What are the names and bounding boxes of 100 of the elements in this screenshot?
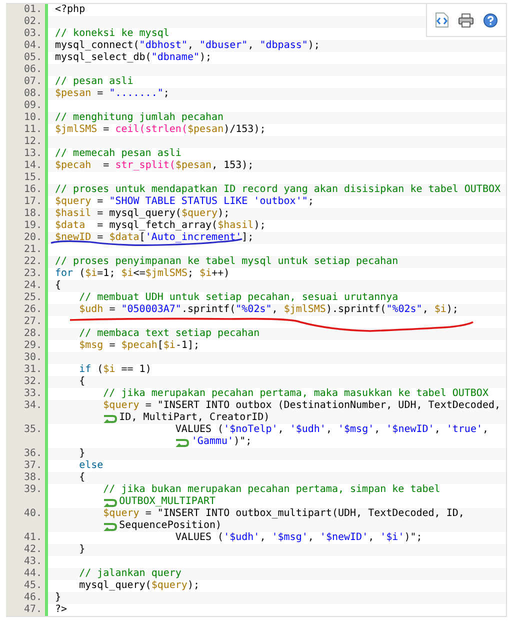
line-number: 33. — [24, 388, 42, 399]
variable-name: $pesan — [55, 88, 92, 99]
variable-name: $pecah — [55, 160, 92, 171]
line-wrap-icon — [103, 414, 118, 422]
line-number: 30. — [24, 352, 42, 363]
code-comment: // membuat UDH untuk setiap pecahan, sesuai urutannya — [78, 292, 398, 303]
line-number: 10. — [24, 112, 42, 123]
variable-name: $msg — [78, 340, 104, 351]
line-number: 13. — [24, 148, 42, 159]
line-number: 38. — [24, 472, 42, 483]
print-icon[interactable] — [458, 12, 474, 28]
variable-name: $hasil — [55, 208, 92, 219]
string-literal: '$msg' — [272, 532, 308, 543]
variable-name: $i — [103, 364, 116, 375]
line-number: 07. — [24, 76, 42, 87]
line-number: 40. — [24, 508, 42, 519]
code-comment: OUTBOX_MULTIPART — [119, 496, 216, 508]
code-comment: // jika bukan merupakan pecahan pertama, simpan ke tabel — [102, 484, 440, 495]
string-literal: 'Auto_increment' — [145, 232, 242, 243]
line-wrap-icon — [103, 522, 118, 530]
line-number: 24. — [24, 280, 42, 291]
variable-name: $pesan — [175, 160, 212, 171]
help-icon[interactable] — [482, 12, 498, 28]
string-literal: '$i' — [380, 532, 404, 543]
line-number: 09. — [24, 100, 42, 111]
string-literal: "dbname" — [151, 52, 200, 63]
line-number: 37. — [24, 460, 42, 471]
line-number: 06. — [24, 64, 42, 75]
variable-name: $jmlSMS — [145, 268, 188, 279]
code-text: ( — [78, 268, 86, 279]
line-wrap-icon — [103, 498, 118, 506]
string-literal: "%02s" — [386, 304, 422, 315]
code-text: = "INSERT INTO outbox (DestinationNumber, UDH, TextDecoded, — [144, 400, 501, 411]
line-number: 45. — [24, 580, 42, 591]
line-number: 12. — [24, 136, 42, 147]
variable-name: $pesan — [187, 124, 224, 135]
variable-name: $udh — [78, 304, 104, 315]
variable-name: $jmlSMS — [55, 124, 98, 135]
code-text: ); — [254, 220, 266, 231]
line-number: 34. — [24, 400, 42, 411]
code-text: )"; — [404, 532, 422, 543]
line-number: 42. — [24, 544, 42, 555]
line-number: 18. — [24, 208, 42, 219]
code-text: = — [96, 232, 104, 243]
line-number: 27. — [24, 316, 42, 327]
line-number: 03. — [24, 28, 42, 39]
variable-name: $pecah — [121, 340, 158, 351]
code-text: { — [55, 280, 62, 291]
line-number: 19. — [24, 220, 42, 231]
variable-name: $jmlSMS — [284, 304, 326, 315]
code-text: = — [102, 160, 110, 171]
code-text: } — [78, 544, 86, 555]
code-text: = — [96, 196, 104, 207]
code-text: ).sprintf( — [326, 304, 386, 315]
code-text: ); — [446, 304, 458, 315]
code-text: , — [260, 532, 267, 543]
line-number: 04. — [24, 40, 42, 51]
keyword: else — [78, 460, 104, 471]
code-text: <?php — [55, 4, 86, 15]
code-text: == 1) — [120, 364, 152, 375]
code-text: , — [187, 40, 194, 51]
string-literal: "SHOW TABLE STATUS LIKE 'outbox'" — [109, 196, 308, 207]
string-literal: '$udh' — [290, 424, 326, 435]
line-number: 22. — [24, 256, 42, 267]
code-text: ]; — [242, 232, 254, 243]
keyword: if — [78, 364, 92, 375]
code-text: { — [78, 472, 86, 483]
code-text: ); — [218, 208, 230, 219]
view-source-icon[interactable] — [435, 12, 450, 28]
code-text: )"; — [234, 436, 252, 448]
line-number: 35. — [24, 424, 42, 435]
line-number: 14. — [24, 160, 42, 171]
code-text: = — [102, 124, 110, 135]
code-comment: // memecah pesan asli — [55, 148, 182, 159]
string-literal: '$msg' — [338, 424, 374, 435]
code-comment: // koneksi ke mysql — [55, 28, 170, 39]
function-name: str_split( — [115, 160, 176, 171]
variable-name: $query — [151, 580, 188, 591]
line-number: 46. — [24, 592, 42, 603]
code-text: ; — [163, 88, 170, 99]
string-literal: '$newID' — [320, 532, 368, 543]
string-literal: '$noTelp' — [224, 424, 278, 435]
code-text: , — [482, 424, 489, 435]
code-comment: // proses penyimpanan ke tabel mysql untuk setiap pecahan — [55, 256, 398, 267]
code-text: = "INSERT INTO outbox_multipart(UDH, TextDecoded, ID, — [144, 508, 464, 519]
line-number: 17. — [24, 196, 42, 207]
code-text: .sprintf( — [181, 304, 236, 315]
string-literal: "dbuser" — [200, 40, 248, 51]
string-literal: 'true' — [446, 424, 482, 435]
code-text: VALUES ( — [174, 532, 224, 543]
code-text: ); — [187, 580, 200, 591]
code-text: } — [78, 448, 86, 459]
string-literal: "050003A7" — [121, 304, 182, 315]
code-comment: // proses untuk mendapatkan ID record yang akan disisipkan ke tabel OUTBOX — [55, 184, 501, 195]
line-number: 26. — [24, 304, 42, 315]
line-number: 01. — [24, 4, 42, 15]
variable-name: $query — [181, 208, 218, 219]
code-text: , — [308, 532, 315, 543]
code-text: ); — [200, 52, 212, 63]
code-text: = — [108, 340, 116, 351]
